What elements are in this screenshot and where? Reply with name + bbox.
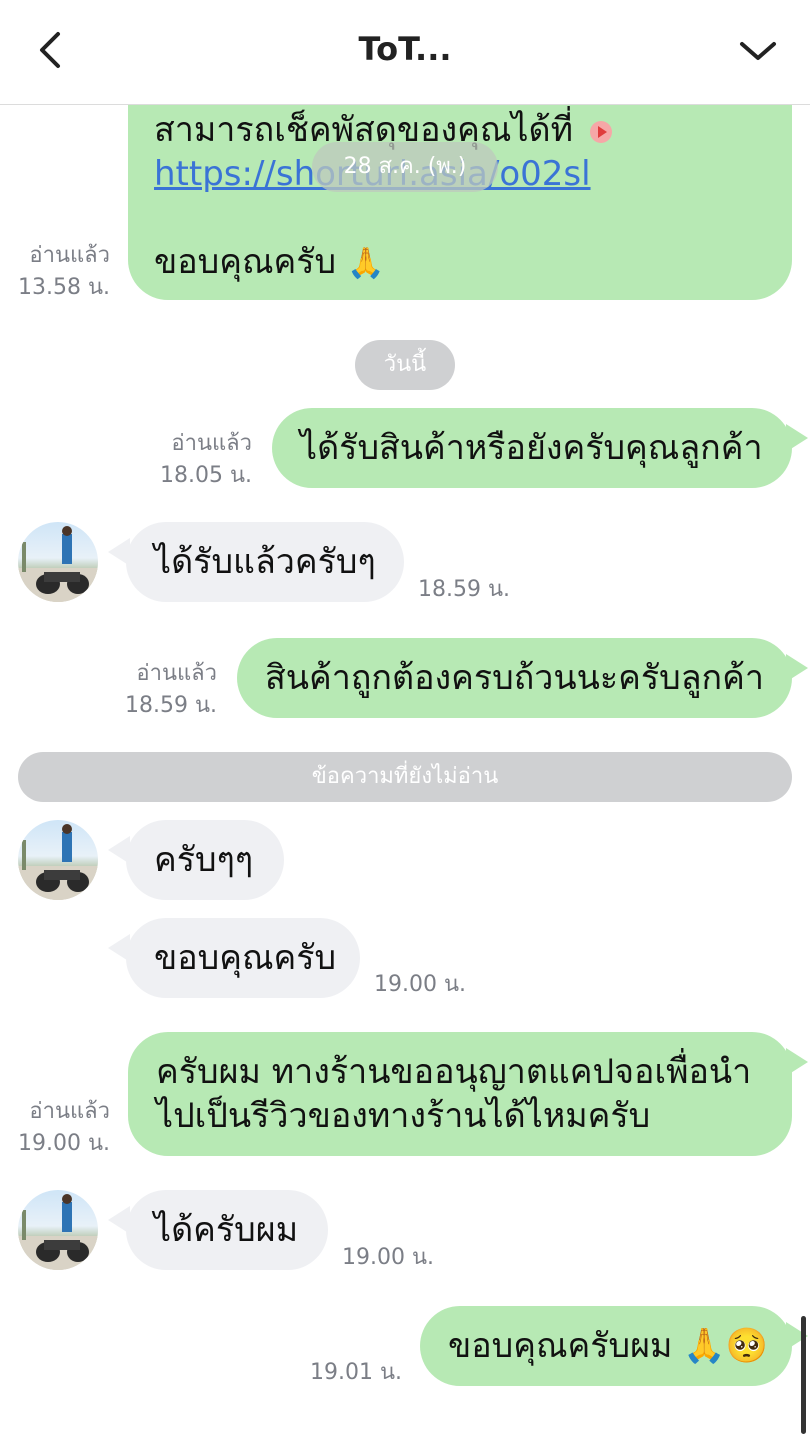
- message-bubble-incoming[interactable]: ได้ครับผม: [126, 1190, 328, 1270]
- bubble-tail: [108, 1206, 130, 1234]
- message-text: ได้รับสินค้าหรือยังครับคุณลูกค้า: [300, 428, 763, 468]
- message-bubble-outgoing[interactable]: ครับผม ทางร้านขออนุญาตแคปจอเพื่อนำ ไปเป็…: [128, 1032, 792, 1156]
- message-meta: อ่านแล้ว 18.59 น.: [110, 658, 217, 722]
- read-receipt: อ่านแล้ว: [29, 243, 110, 268]
- message-time: 19.00 น.: [17, 1131, 110, 1156]
- avatar[interactable]: [18, 820, 98, 900]
- message-bubble-incoming[interactable]: ขอบคุณครับ: [126, 918, 360, 998]
- play-icon: [589, 121, 612, 143]
- message-time: 13.58 น.: [17, 275, 110, 300]
- bubble-tail: [108, 538, 130, 566]
- message-text: ครับผม ทางร้านขออนุญาตแคปจอเพื่อนำ: [156, 1052, 752, 1092]
- message-time: 18.59 น.: [124, 693, 217, 718]
- message-text: ไปเป็นรีวิวของทางร้านได้ไหมครับ: [156, 1096, 651, 1136]
- message-text: ได้ครับผม: [154, 1210, 299, 1250]
- message-text: ขอบคุณครับ: [154, 938, 337, 978]
- date-separator-floating: 28 ส.ค. (พ.): [312, 142, 498, 192]
- read-receipt: อ่านแล้ว: [136, 661, 217, 686]
- bubble-tail: [108, 836, 130, 864]
- praying-hands-icon: 🙏: [346, 246, 385, 281]
- read-receipt: อ่านแล้ว: [171, 431, 252, 456]
- message-text: ได้รับแล้วครับๆ: [154, 542, 376, 582]
- message-time: 19.01 น.: [310, 1360, 403, 1385]
- bubble-tail: [786, 424, 808, 452]
- message-text: ครับๆๆ: [154, 840, 254, 880]
- bubble-tail: [786, 1048, 808, 1076]
- chat-title[interactable]: ToT...: [0, 30, 810, 68]
- message-text: สินค้าถูกต้องครบถ้วนนะครับลูกค้า: [265, 658, 764, 698]
- scrollbar[interactable]: [801, 1316, 806, 1434]
- message-meta: อ่านแล้ว 19.00 น.: [0, 1096, 110, 1160]
- message-bubble-outgoing[interactable]: ได้รับสินค้าหรือยังครับคุณลูกค้า: [272, 408, 792, 488]
- bubble-tail: [786, 654, 808, 682]
- read-receipt: อ่านแล้ว: [29, 1099, 110, 1124]
- message-text: ขอบคุณครับ: [154, 242, 337, 282]
- message-text: ขอบคุณครับผม 🙏🥺: [448, 1326, 768, 1366]
- avatar[interactable]: [18, 1190, 98, 1270]
- message-bubble-outgoing[interactable]: ขอบคุณครับผม 🙏🥺: [420, 1306, 792, 1386]
- unread-divider: ข้อความที่ยังไม่อ่าน: [18, 752, 792, 802]
- bubble-tail: [108, 934, 130, 962]
- message-time: 19.00 น.: [374, 972, 467, 997]
- avatar[interactable]: [18, 522, 98, 602]
- message-time: 18.59 น.: [418, 577, 511, 602]
- message-meta: อ่านแล้ว 18.05 น.: [140, 428, 252, 492]
- chat-header: ToT...: [0, 0, 810, 105]
- message-time: 19.00 น.: [342, 1245, 435, 1270]
- message-meta: อ่านแล้ว 13.58 น.: [0, 240, 110, 304]
- message-bubble-incoming[interactable]: ครับๆๆ: [126, 820, 284, 900]
- message-bubble-incoming[interactable]: ได้รับแล้วครับๆ: [126, 522, 404, 602]
- message-time: 18.05 น.: [159, 463, 252, 488]
- date-separator-today: วันนี้: [355, 340, 455, 390]
- chevron-down-icon: [740, 42, 776, 60]
- collapse-button[interactable]: [734, 28, 782, 76]
- message-bubble-outgoing[interactable]: สินค้าถูกต้องครบถ้วนนะครับลูกค้า: [237, 638, 792, 718]
